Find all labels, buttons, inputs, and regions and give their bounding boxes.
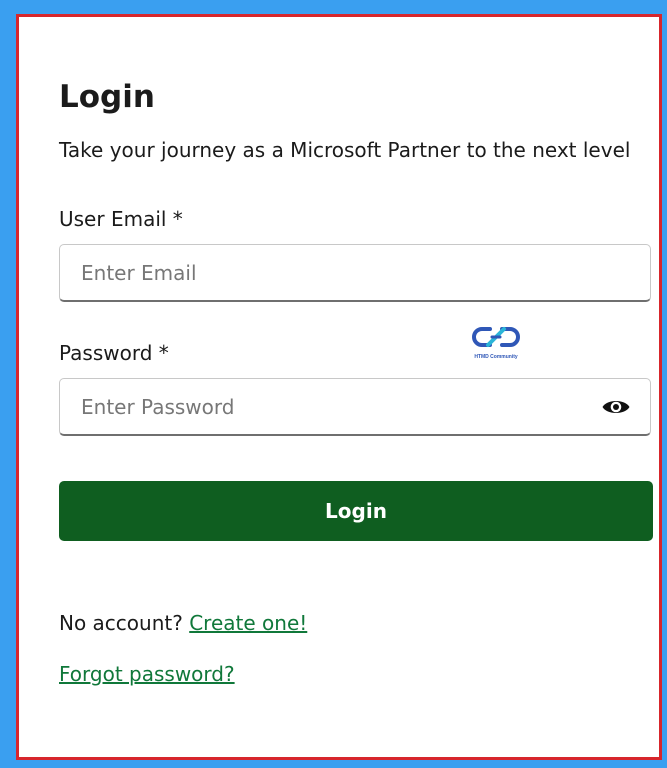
forgot-password-row: Forgot password? bbox=[59, 662, 235, 686]
signup-prompt: No account? Create one! bbox=[59, 611, 307, 635]
forgot-password-link[interactable]: Forgot password? bbox=[59, 662, 235, 686]
password-label: Password * bbox=[59, 341, 169, 365]
eye-icon bbox=[602, 401, 630, 413]
htmd-watermark: HTMD Community bbox=[461, 325, 531, 365]
no-account-text: No account? bbox=[59, 611, 183, 635]
password-field-container bbox=[59, 378, 651, 436]
email-input[interactable] bbox=[60, 245, 650, 300]
login-button[interactable]: Login bbox=[59, 481, 653, 541]
password-input[interactable] bbox=[60, 379, 650, 434]
show-password-button[interactable] bbox=[600, 393, 632, 421]
email-field-container bbox=[59, 244, 651, 302]
watermark-text: HTMD Community bbox=[474, 354, 518, 360]
create-account-link[interactable]: Create one! bbox=[189, 611, 307, 635]
email-label: User Email * bbox=[59, 207, 183, 231]
page-title: Login bbox=[59, 79, 155, 115]
htmd-logo-icon bbox=[472, 327, 520, 347]
page-subtitle: Take your journey as a Microsoft Partner… bbox=[59, 138, 631, 162]
login-card: Login Take your journey as a Microsoft P… bbox=[16, 14, 662, 760]
